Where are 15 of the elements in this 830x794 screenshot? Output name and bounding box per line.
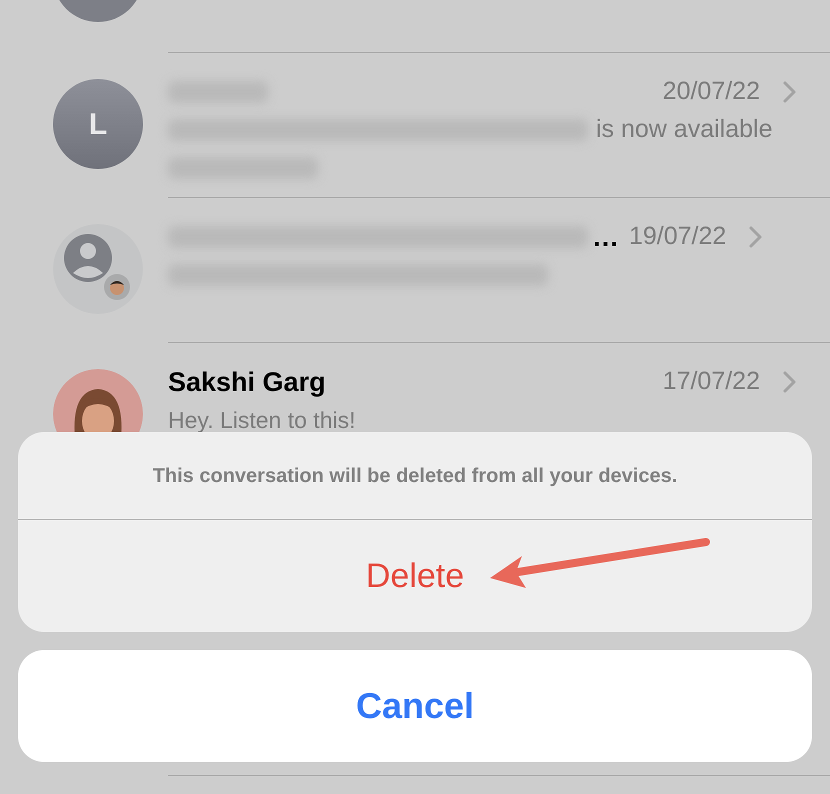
message-date: 19/07/22 <box>629 221 726 252</box>
chevron-icon <box>782 80 798 104</box>
chevron-icon <box>782 370 798 394</box>
message-preview: Hey. Listen to this! <box>168 406 356 435</box>
cancel-button[interactable]: Cancel <box>18 650 812 762</box>
avatar-initial: L <box>88 106 108 142</box>
chevron-icon <box>748 225 764 249</box>
message-date: 20/07/22 <box>662 76 760 108</box>
sheet-message: This conversation will be deleted from all your devices. <box>18 432 812 520</box>
message-preview: is now available <box>596 114 772 146</box>
contact-name: Sakshi Garg <box>168 366 326 399</box>
group-avatar-icon <box>53 224 143 314</box>
name-ellipsis: … <box>592 220 619 254</box>
message-date: 17/07/22 <box>662 366 760 398</box>
delete-button[interactable]: Delete <box>18 520 812 632</box>
